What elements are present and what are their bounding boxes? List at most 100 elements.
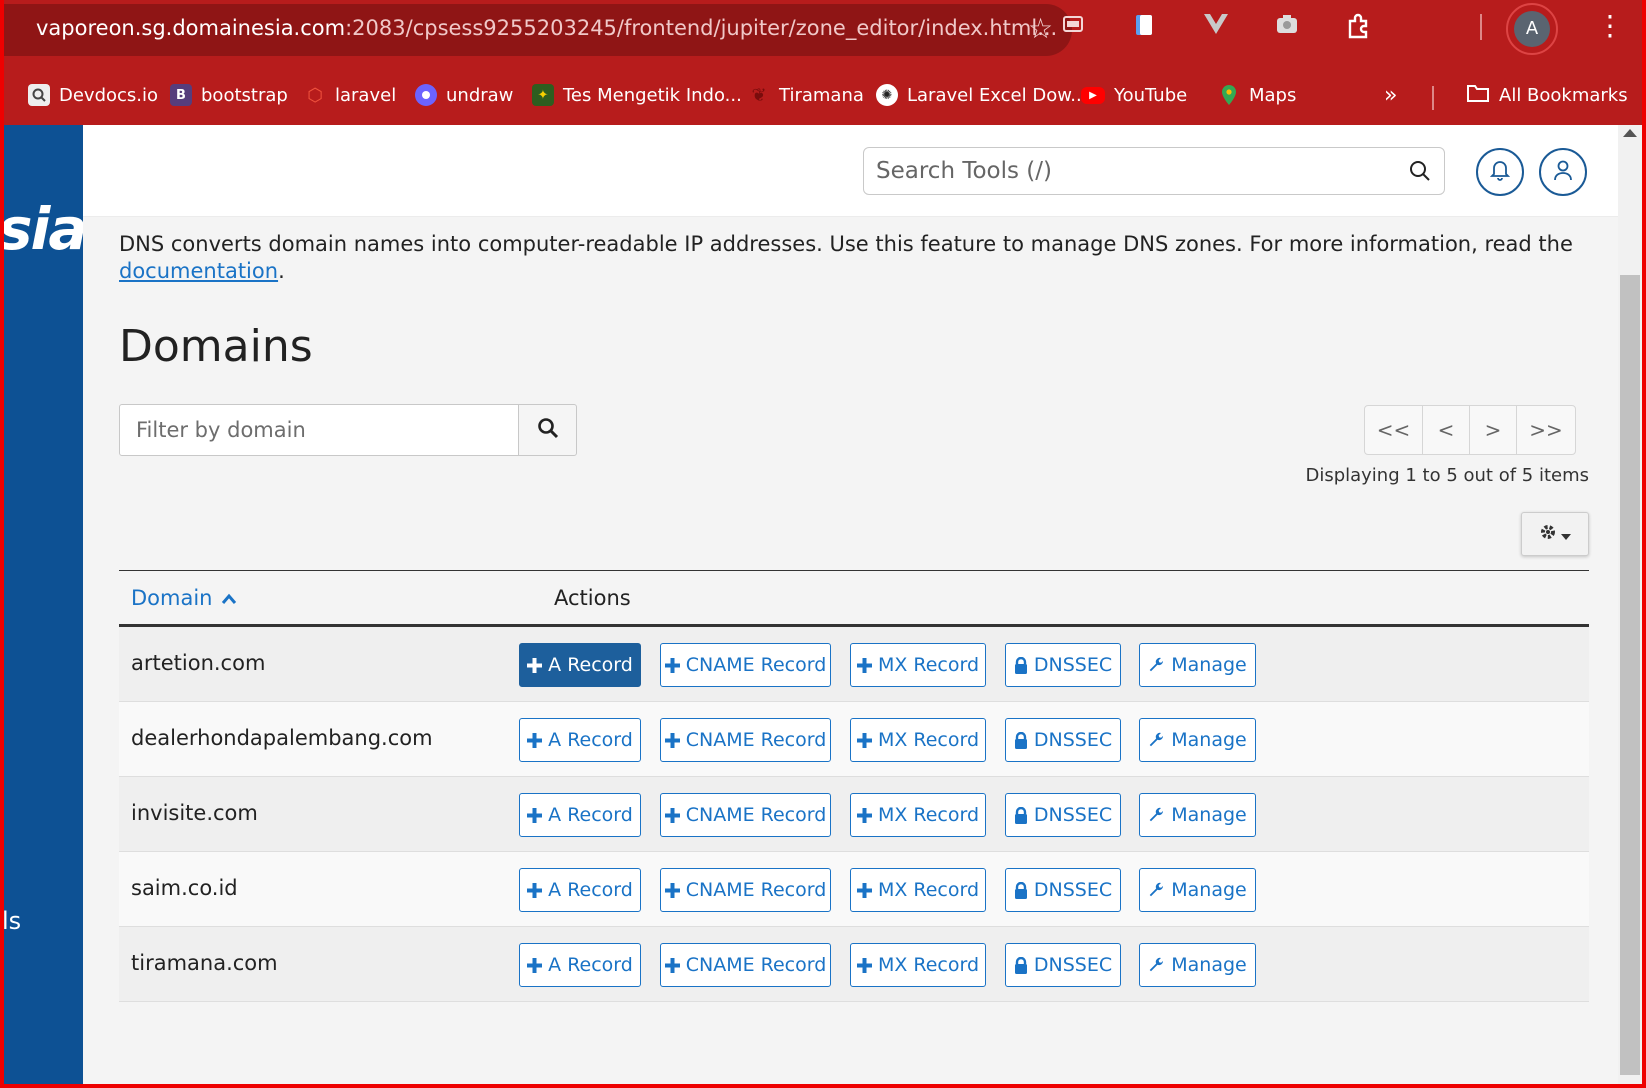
extension-camera-icon[interactable] <box>1272 12 1302 42</box>
extension-cast-icon[interactable] <box>1058 12 1088 42</box>
all-bookmarks-label: All Bookmarks <box>1499 84 1628 106</box>
cname-record-button[interactable]: CNAME Record <box>660 943 831 987</box>
extensions-puzzle-icon[interactable] <box>1344 12 1374 42</box>
plus-icon <box>856 807 872 823</box>
page-last-button[interactable]: >> <box>1517 406 1575 454</box>
button-label: MX Record <box>877 654 980 676</box>
button-label: MX Record <box>877 729 980 751</box>
filter-domain-input[interactable] <box>136 415 496 445</box>
cname-record-button[interactable]: CNAME Record <box>660 718 831 762</box>
dnssec-button[interactable]: DNSSEC <box>1005 718 1121 762</box>
lock-icon <box>1014 881 1028 899</box>
button-label: A Record <box>548 729 633 751</box>
manage-button[interactable]: Manage <box>1139 793 1256 837</box>
mx-record-button[interactable]: MX Record <box>850 868 986 912</box>
bookmark-laravel[interactable]: ⬡ laravel <box>304 80 396 110</box>
bookmark-tiramana[interactable]: ❦ Tiramana <box>748 80 864 110</box>
button-label: DNSSEC <box>1033 654 1113 676</box>
extension-vue-icon[interactable] <box>1201 12 1231 42</box>
plus-icon <box>664 882 680 898</box>
page-prev-button[interactable]: < <box>1423 406 1470 454</box>
browser-menu-icon[interactable]: ⋮ <box>1596 8 1624 44</box>
manage-button[interactable]: Manage <box>1139 868 1256 912</box>
mx-record-button[interactable]: MX Record <box>850 643 986 687</box>
bookmark-label: Tes Mengetik Indo... <box>563 84 742 106</box>
bookmark-laravel-excel[interactable]: ✺ Laravel Excel Dow... <box>876 80 1087 110</box>
domain-name: tiramana.com <box>131 951 278 975</box>
manage-button[interactable]: Manage <box>1139 643 1256 687</box>
url-host: vaporeon.sg.domainesia.com <box>36 16 346 40</box>
table-row: artetion.com A Record CNAME Record MX Recor… <box>119 627 1589 702</box>
laravel-icon: ⬡ <box>307 84 323 106</box>
page-first-button[interactable]: << <box>1365 406 1423 454</box>
filter-box[interactable] <box>119 404 519 456</box>
bookmark-tes-mengetik[interactable]: ✦ Tes Mengetik Indo... <box>532 80 742 110</box>
documentation-link[interactable]: documentation <box>119 259 278 283</box>
user-icon <box>1553 159 1573 185</box>
dnssec-button[interactable]: DNSSEC <box>1005 643 1121 687</box>
a-record-button[interactable]: A Record <box>519 943 641 987</box>
cname-record-button[interactable]: CNAME Record <box>660 793 831 837</box>
cname-record-button[interactable]: CNAME Record <box>660 643 831 687</box>
button-label: MX Record <box>877 954 980 976</box>
a-record-button[interactable]: A Record <box>519 793 641 837</box>
button-label: MX Record <box>877 879 980 901</box>
display-info: Displaying 1 to 5 out of 5 items <box>1305 465 1589 486</box>
plus-icon <box>856 732 872 748</box>
bookmarks-bar: Devdocs.io B bootstrap ⬡ laravel undraw … <box>4 74 1642 114</box>
more-bookmarks-button[interactable]: » <box>1384 80 1397 110</box>
page-next-button[interactable]: > <box>1470 406 1517 454</box>
bookmark-undraw[interactable]: undraw <box>415 80 513 110</box>
button-label: Manage <box>1171 804 1247 826</box>
button-label: MX Record <box>877 804 980 826</box>
address-bar[interactable]: vaporeon.sg.domainesia.com:2083/cpsess92… <box>4 4 1072 56</box>
table-row: invisite.com A Record CNAME Record MX Recor… <box>119 777 1589 852</box>
bookmark-label: Tiramana <box>779 84 864 106</box>
dnssec-button[interactable]: DNSSEC <box>1005 793 1121 837</box>
button-label: CNAME Record <box>685 954 827 976</box>
a-record-button[interactable]: A Record <box>519 868 641 912</box>
button-label: Manage <box>1171 954 1247 976</box>
button-label: Manage <box>1171 654 1247 676</box>
profile-avatar[interactable]: A <box>1514 11 1550 47</box>
mx-record-button[interactable]: MX Record <box>850 718 986 762</box>
settings-dropdown-button[interactable] <box>1521 512 1589 556</box>
folder-icon <box>1466 83 1490 108</box>
extension-docs-icon[interactable] <box>1129 12 1159 42</box>
bookmark-maps[interactable]: Maps <box>1218 80 1296 110</box>
button-label: CNAME Record <box>685 879 827 901</box>
a-record-button[interactable]: A Record <box>519 643 641 687</box>
plus-icon <box>527 957 543 973</box>
scroll-up-arrow-icon[interactable] <box>1623 129 1637 137</box>
all-bookmarks-button[interactable]: All Bookmarks <box>1466 80 1628 110</box>
bookmark-youtube[interactable]: ▶ YouTube <box>1081 80 1187 110</box>
page-scrollbar[interactable] <box>1618 125 1642 1084</box>
search-tools-input[interactable] <box>876 154 1376 188</box>
mx-record-button[interactable]: MX Record <box>850 793 986 837</box>
search-icon[interactable] <box>1408 159 1432 187</box>
bookmark-bootstrap[interactable]: B bootstrap <box>170 80 288 110</box>
bookmark-label: laravel <box>335 84 397 106</box>
plus-icon <box>527 807 543 823</box>
bookmark-devdocs[interactable]: Devdocs.io <box>28 80 158 110</box>
button-label: A Record <box>548 954 633 976</box>
search-tools-box[interactable] <box>863 147 1445 195</box>
bookmark-star-icon[interactable]: ☆ <box>1028 12 1053 45</box>
user-menu-button[interactable] <box>1539 148 1587 196</box>
sort-by-domain[interactable]: Domain <box>131 586 237 610</box>
notifications-button[interactable] <box>1476 148 1524 196</box>
url-text[interactable]: vaporeon.sg.domainesia.com:2083/cpsess92… <box>36 16 1057 40</box>
sidebar-item-tools[interactable]: ls <box>4 907 21 935</box>
filter-search-button[interactable] <box>518 404 577 456</box>
mx-record-button[interactable]: MX Record <box>850 943 986 987</box>
sidebar-logo[interactable]: sia <box>4 195 83 263</box>
dnssec-button[interactable]: DNSSEC <box>1005 868 1121 912</box>
manage-button[interactable]: Manage <box>1139 943 1256 987</box>
dnssec-button[interactable]: DNSSEC <box>1005 943 1121 987</box>
youtube-icon: ▶ <box>1081 86 1105 104</box>
a-record-button[interactable]: A Record <box>519 718 641 762</box>
manage-button[interactable]: Manage <box>1139 718 1256 762</box>
button-label: DNSSEC <box>1033 729 1113 751</box>
cname-record-button[interactable]: CNAME Record <box>660 868 831 912</box>
scrollbar-thumb[interactable] <box>1620 275 1640 1075</box>
